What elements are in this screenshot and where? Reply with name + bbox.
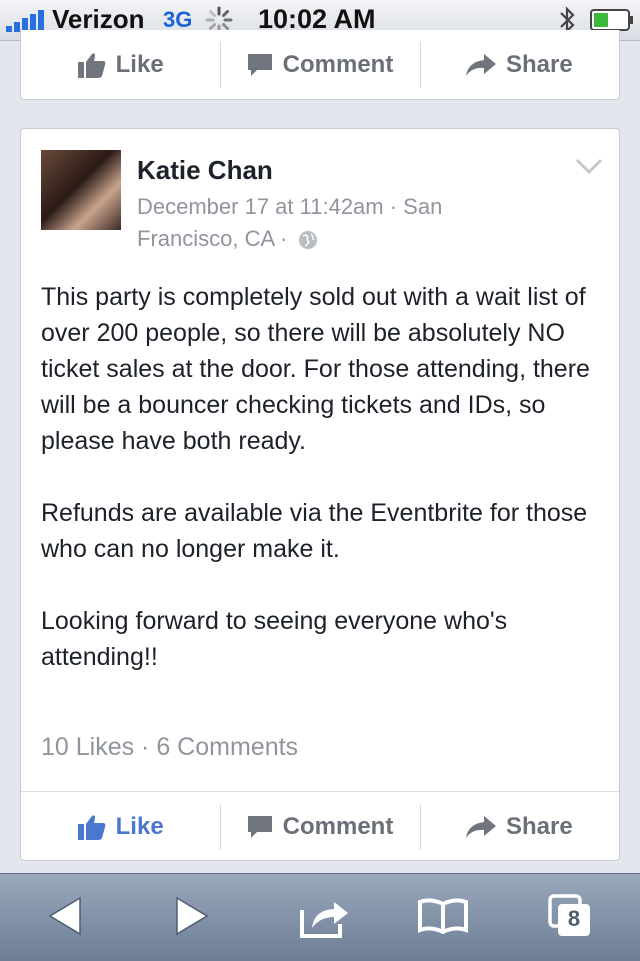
comment-label: Comment — [282, 813, 394, 840]
previous-post-actions: Like Comment Share — [21, 30, 619, 100]
author-name[interactable]: Katie Chan — [137, 155, 273, 186]
comment-label: Comment — [282, 51, 394, 78]
share-label: Share — [505, 813, 573, 840]
back-arrow-icon[interactable] — [48, 896, 82, 936]
like-label: Like — [115, 51, 164, 78]
comment-icon — [247, 816, 272, 838]
share-action-icon[interactable] — [300, 896, 350, 938]
post-actions: Like Comment Share — [21, 791, 619, 862]
comment-button[interactable]: Comment — [220, 792, 419, 862]
likes-comments-count[interactable]: 10 Likes · 6 Comments — [41, 733, 298, 762]
chevron-down-icon[interactable] — [575, 157, 603, 175]
tabs-button[interactable]: 8 — [548, 894, 592, 938]
bookmarks-icon[interactable] — [417, 896, 469, 934]
share-arrow-icon — [465, 54, 496, 76]
post-paragraph: This party is completely sold out with a… — [41, 283, 590, 455]
globe-icon — [298, 231, 317, 250]
share-arrow-icon — [465, 816, 496, 838]
post-paragraph: Looking forward to seeing everyone who's… — [41, 607, 508, 671]
like-label: Like — [115, 813, 164, 840]
previous-post-card: Like Comment Share — [20, 30, 620, 100]
post-meta-text: December 17 at 11:42am · San Francisco, … — [137, 194, 443, 251]
avatar[interactable] — [41, 150, 121, 230]
like-button[interactable]: Like — [21, 30, 220, 100]
share-label: Share — [505, 51, 573, 78]
comment-icon — [247, 54, 272, 76]
battery-icon — [590, 9, 633, 31]
share-button[interactable]: Share — [419, 792, 619, 862]
thumbs-up-icon — [77, 53, 105, 78]
comment-button[interactable]: Comment — [220, 30, 419, 100]
like-button[interactable]: Like — [21, 792, 220, 862]
post-body: This party is completely sold out with a… — [41, 279, 606, 711]
tabs-count: 8 — [567, 906, 581, 931]
signal-strength-icon — [6, 10, 44, 32]
post-card: Katie Chan December 17 at 11:42am · San … — [20, 128, 620, 861]
post-paragraph: Refunds are available via the Eventbrite… — [41, 499, 588, 563]
post-meta: December 17 at 11:42am · San Francisco, … — [137, 191, 497, 255]
browser-toolbar: 8 — [0, 873, 640, 961]
share-button[interactable]: Share — [419, 30, 619, 100]
thumbs-up-icon — [77, 815, 105, 840]
forward-arrow-icon[interactable] — [175, 896, 209, 936]
